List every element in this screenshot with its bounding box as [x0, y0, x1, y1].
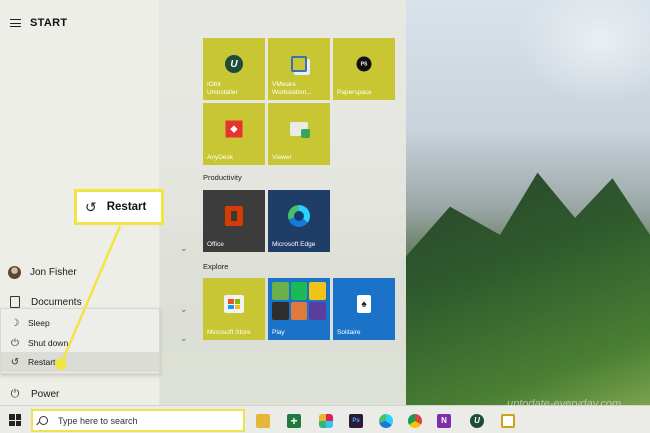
moon-icon: ☽ [10, 317, 20, 329]
documents-label: Documents [31, 296, 82, 308]
restart-option[interactable]: ↺ Restart [1, 352, 159, 372]
play-app-icons [272, 282, 326, 320]
search-icon [39, 416, 48, 425]
power-icon: ⏻ [11, 337, 19, 349]
chevron-down-icon[interactable]: ⌄ [180, 304, 188, 315]
restart-icon: ↺ [10, 356, 20, 368]
user-account[interactable]: Jon Fisher [8, 266, 77, 279]
vmware-logo-icon [291, 56, 307, 73]
search-input[interactable] [58, 415, 228, 426]
store-logo-icon [224, 295, 244, 314]
windows-start-button[interactable] [9, 414, 21, 426]
iobit-icon[interactable]: U [470, 414, 484, 428]
slack-icon[interactable] [319, 414, 333, 428]
restart-callout: ↺ Restart [74, 189, 164, 225]
spade-card-icon: ♠ [357, 295, 371, 314]
tile-play[interactable]: Play [268, 278, 330, 340]
chrome-icon[interactable] [408, 414, 422, 428]
tile-iobit-uninstaller[interactable]: U IObit Uninstaller [203, 38, 265, 100]
avatar [8, 266, 21, 279]
taskbar: + Ps N U [0, 405, 650, 433]
anydesk-logo-icon: ◆ [225, 120, 243, 138]
paperspace-logo-icon: PS [356, 56, 372, 72]
power-options-menu: ☽ Sleep ⏻ Shut down ↺ Restart [0, 308, 160, 374]
tile-office[interactable]: Office [203, 190, 265, 252]
restart-icon: ↺ [85, 198, 97, 215]
shut-down-option[interactable]: ⏻ Shut down [1, 333, 159, 353]
tile-viewer[interactable]: Viewer [268, 103, 330, 165]
photoshop-icon[interactable]: Ps [349, 414, 363, 428]
group-label-productivity[interactable]: Productivity [203, 173, 242, 182]
tile-microsoft-store[interactable]: Microsoft Store [203, 278, 265, 340]
tile-paperspace[interactable]: PS Paperspace [333, 38, 395, 100]
sleep-option[interactable]: ☽ Sleep [1, 313, 159, 333]
hamburger-menu-icon[interactable] [10, 19, 21, 27]
snipping-tool-icon[interactable] [501, 414, 515, 428]
viewer-logo-icon [290, 122, 310, 139]
tile-solitaire[interactable]: ♠ Solitaire [333, 278, 395, 340]
onenote-icon[interactable]: N [437, 414, 451, 428]
start-menu: START Jon Fisher Documents ⏻ Power ☽ Sle… [0, 0, 406, 405]
power-item[interactable]: ⏻ Power [8, 387, 60, 401]
tile-anydesk[interactable]: ◆ AnyDesk [203, 103, 265, 165]
office-logo-icon [225, 206, 243, 227]
group-label-explore[interactable]: Explore [203, 262, 228, 271]
green-plus-app-icon[interactable]: + [287, 414, 301, 428]
documents-item[interactable]: Documents [8, 296, 82, 308]
user-name: Jon Fisher [30, 267, 77, 278]
start-title: START [30, 17, 68, 29]
power-label: Power [31, 388, 60, 400]
edge-icon[interactable] [379, 414, 393, 428]
tile-microsoft-edge[interactable]: Microsoft Edge [268, 190, 330, 252]
chevron-down-icon[interactable]: ⌄ [180, 333, 188, 344]
chevron-down-icon[interactable]: ⌄ [180, 243, 188, 254]
iobit-logo-icon: U [225, 55, 243, 74]
file-explorer-icon[interactable] [256, 414, 270, 428]
power-icon: ⏻ [10, 387, 20, 400]
edge-logo-icon [288, 205, 310, 228]
tile-vmware-workstation[interactable]: VMware Workstation... [268, 38, 330, 100]
document-icon [10, 296, 20, 308]
taskbar-search-box[interactable] [31, 409, 245, 432]
